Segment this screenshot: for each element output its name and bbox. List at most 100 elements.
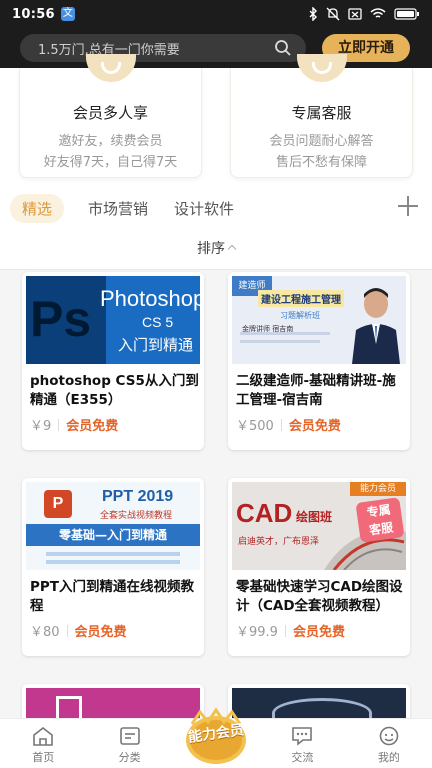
category-icon — [119, 727, 140, 745]
benefit-desc-line: 会员问题耐心解答 — [269, 134, 374, 149]
course-price: ￥9 — [30, 419, 52, 434]
search-input[interactable]: 1.5万门,总有一门你需要 — [20, 34, 306, 62]
course-thumbnail-ppt: P PPT 2019 全套实战视频教程 零基础—入门到精通 — [26, 482, 200, 570]
course-card[interactable]: CAD 绘图班 启迪英才，广布恩泽 能力会员 专属 客服 零基础快速学习CAD绘… — [228, 478, 410, 656]
meta-divider — [280, 418, 282, 431]
course-card[interactable]: 建造师 建设工程施工管理 习题解析班 金牌讲师 宿吉南 二级建造师-基础精讲班-… — [228, 272, 410, 450]
course-meta: ￥80 会员免费 — [30, 621, 196, 640]
benefit-desc-line: 好友得7天，自己得7天 — [43, 155, 178, 170]
thumb-line3: 入门到精通 — [118, 336, 194, 354]
thumb-headline: 建设工程施工管理 — [258, 290, 344, 307]
benefit-title: 会员多人享 — [72, 104, 148, 122]
course-thumbnail — [232, 688, 406, 718]
meta-divider — [284, 624, 286, 637]
course-card[interactable] — [22, 684, 204, 718]
powerpoint-logo-icon: P — [44, 490, 72, 518]
member-free-badge: 会员免费 — [74, 625, 127, 640]
thumb-ribbon: 能力会员 — [350, 482, 406, 496]
profile-icon — [379, 726, 399, 746]
status-bar: 10:56 文 — [0, 0, 432, 28]
benefit-desc-line: 邀好友，续费会员 — [58, 134, 163, 149]
search-placeholder: 1.5万门,总有一门你需要 — [38, 42, 180, 58]
tab-featured[interactable]: 精选 — [10, 193, 65, 223]
status-icons — [308, 7, 420, 21]
member-free-badge: 会员免费 — [292, 625, 345, 640]
exclusive-service-stamp: 专属 客服 — [355, 497, 405, 543]
course-card[interactable]: P PPT 2019 全套实战视频教程 零基础—入门到精通 PPT入门到精通在线… — [22, 478, 204, 656]
nav-category[interactable]: 分类 — [86, 719, 172, 768]
nav-label: 首页 — [32, 751, 55, 764]
search-row: 1.5万门,总有一门你需要 立即开通 — [0, 28, 432, 68]
course-price: ￥99.9 — [236, 625, 278, 640]
thumb-decoration — [46, 560, 180, 564]
course-meta: ￥500 会员免费 — [236, 415, 402, 434]
course-thumbnail — [26, 688, 200, 718]
battery-icon — [394, 8, 419, 20]
sort-label: 排序 — [197, 241, 225, 257]
course-thumbnail-photoshop: Ps Photoshop CS 5 入门到精通 — [26, 276, 200, 364]
nav-home[interactable]: 首页 — [0, 719, 86, 768]
tab-marketing[interactable]: 市场营销 — [88, 198, 148, 219]
thumb-sub: 全套实战视频教程 — [100, 511, 173, 521]
course-price: ￥500 — [236, 419, 274, 434]
meta-divider — [66, 624, 68, 637]
course-card[interactable]: Ps Photoshop CS 5 入门到精通 photoshop CS5从入门… — [22, 272, 204, 450]
category-tabs: 精选 市场营销 设计软件 — [0, 186, 432, 230]
add-tab-icon[interactable] — [398, 195, 420, 217]
member-free-badge: 会员免费 — [288, 419, 341, 434]
top-bar: 10:56 文 1.5万门,总有一门你需要 立即开通 — [0, 0, 432, 68]
course-card[interactable] — [228, 684, 410, 718]
wifi-icon — [370, 8, 386, 18]
thumb-slogan: 零基础—入门到精通 — [26, 524, 200, 546]
nav-chat[interactable]: 交流 — [259, 719, 345, 768]
thumb-decoration — [240, 340, 320, 343]
app-root: 10:56 文 1.5万门,总有一门你需要 立即开通 会员多人享 邀好友，续费会 — [0, 0, 432, 768]
course-title: 二级建造师-基础精讲班-施工管理-宿吉南 — [236, 373, 396, 408]
chat-icon — [292, 727, 313, 746]
thumb-line1: Photoshop — [100, 286, 200, 311]
thumb-decoration — [46, 552, 180, 556]
course-thumbnail-cad: CAD 绘图班 启迪英才，广布恩泽 能力会员 专属 客服 — [232, 482, 406, 570]
mute-icon — [326, 7, 340, 21]
nav-label: 分类 — [118, 751, 141, 764]
course-title: 零基础快速学习CAD绘图设计（CAD全套视频教程） — [236, 579, 403, 614]
chevron-up-icon — [227, 244, 237, 254]
benefit-card-share[interactable]: 会员多人享 邀好友，续费会员 好友得7天，自己得7天 — [19, 54, 202, 178]
thumb-tag: 金牌讲师 宿吉南 — [242, 325, 294, 333]
member-free-badge: 会员免费 — [66, 419, 119, 434]
thumb-slogan: 启迪英才，广布恩泽 — [238, 537, 320, 547]
benefit-title: 专属客服 — [291, 104, 352, 122]
ps-logo-text: Ps — [30, 291, 92, 347]
tab-design-software[interactable]: 设计软件 — [174, 198, 234, 219]
arch-building-icon — [272, 698, 372, 718]
nav-profile[interactable]: 我的 — [346, 719, 432, 768]
sort-bar[interactable]: 排序 — [0, 230, 432, 270]
benefit-desc-line: 售后不愁有保障 — [275, 155, 367, 170]
app-notification-icon: 文 — [60, 7, 75, 21]
thumb-head: PPT 2019 — [102, 488, 174, 505]
home-icon — [33, 726, 54, 746]
nav-label: 我的 — [377, 751, 400, 764]
meta-divider — [58, 418, 60, 431]
course-thumbnail-construction: 建造师 建设工程施工管理 习题解析班 金牌讲师 宿吉南 — [232, 276, 406, 364]
vip-center-button[interactable]: 能力会员 — [182, 704, 250, 768]
course-meta: ￥9 会员免费 — [30, 415, 196, 434]
service-icon — [296, 54, 347, 82]
benefit-desc: 邀好友，续费会员 好友得7天，自己得7天 — [20, 131, 201, 173]
benefit-desc: 会员问题耐心解答 售后不愁有保障 — [231, 131, 412, 173]
thumb-sub: 习题解析班 — [280, 311, 320, 320]
thumb-big: CAD — [236, 498, 293, 528]
thumb-line2: CS 5 — [142, 314, 174, 330]
course-title: photoshop CS5从入门到精通（E355） — [30, 373, 199, 408]
lecturer-portrait-icon — [352, 288, 400, 364]
access-logo-icon — [56, 696, 82, 718]
benefit-card-service[interactable]: 专属客服 会员问题耐心解答 售后不愁有保障 — [230, 54, 413, 178]
search-icon[interactable] — [274, 39, 292, 57]
benefits-section: 会员多人享 邀好友，续费会员 好友得7天，自己得7天 专属客服 会员问题耐心解答… — [0, 54, 432, 186]
nav-label: 交流 — [291, 751, 314, 764]
bluetooth-icon — [309, 7, 317, 21]
course-price: ￥80 — [30, 625, 60, 640]
status-time: 10:56 — [12, 6, 55, 22]
course-meta: ￥99.9 会员免费 — [236, 621, 402, 640]
course-grid: Ps Photoshop CS 5 入门到精通 photoshop CS5从入门… — [0, 270, 432, 718]
